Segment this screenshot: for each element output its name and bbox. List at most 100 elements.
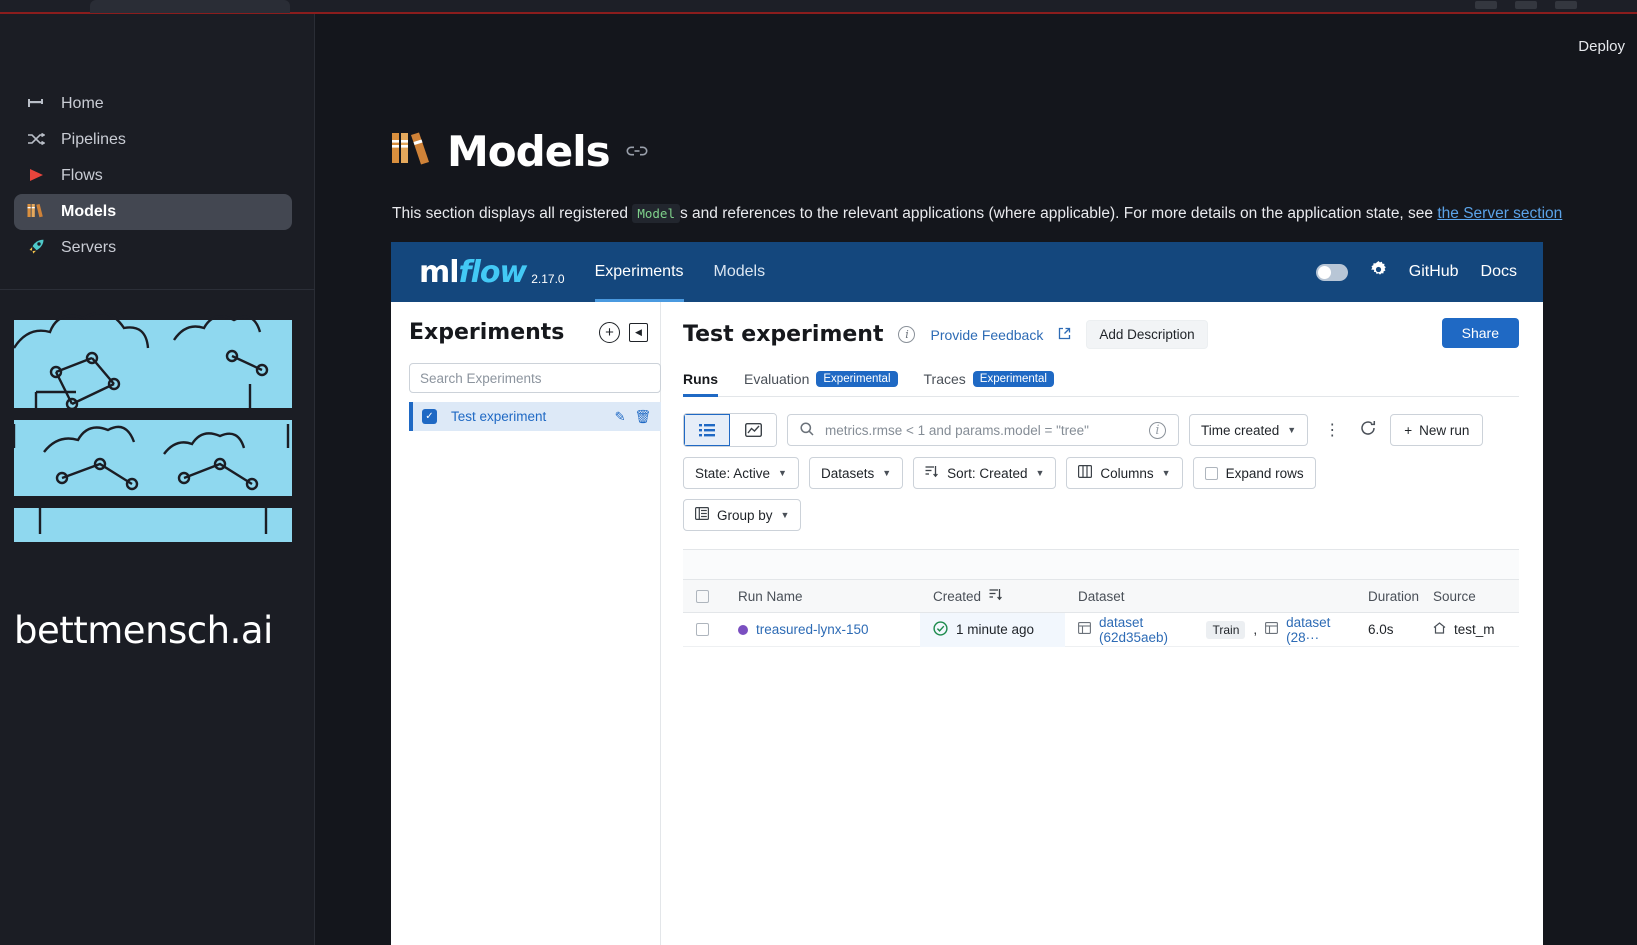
external-link-icon[interactable]	[1058, 327, 1071, 343]
refresh-icon[interactable]	[1356, 420, 1380, 441]
group-icon	[695, 507, 710, 523]
expand-rows-toggle[interactable]: Expand rows	[1192, 457, 1316, 489]
duration-value: 6.0s	[1368, 622, 1394, 637]
view-mode-toggle	[683, 413, 777, 447]
runs-title-row: Test experiment i Provide Feedback Add D…	[683, 320, 1519, 349]
sidebar-nav: Home Pipelines Flows Models Servers	[0, 14, 314, 266]
column-header-source[interactable]: Source	[1420, 589, 1490, 604]
minimize-icon[interactable]	[1475, 1, 1497, 9]
new-run-button[interactable]: + New run	[1390, 414, 1484, 446]
mlflow-nav-models[interactable]: Models	[714, 242, 766, 302]
chart-view-icon[interactable]	[730, 414, 776, 446]
page-title: Models	[447, 127, 611, 176]
column-header-run-name[interactable]: Run Name	[725, 589, 920, 604]
sidebar-item-models[interactable]: Models	[14, 194, 292, 230]
link-icon[interactable]	[626, 141, 648, 163]
mlflow-header: mlflow 2.17.0 Experiments Models GitHub …	[391, 242, 1543, 302]
run-color-dot	[738, 624, 748, 635]
home-icon	[26, 97, 46, 112]
gear-icon[interactable]	[1370, 261, 1387, 283]
docs-link[interactable]: Docs	[1481, 263, 1517, 281]
table-row[interactable]: treasured-lynx-150 1 minute ago dataset …	[683, 612, 1519, 647]
info-icon[interactable]: i	[1149, 421, 1166, 439]
books-icon	[26, 203, 46, 221]
tab-label: Runs	[683, 371, 718, 387]
share-button[interactable]: Share	[1441, 318, 1519, 348]
trash-icon[interactable]: 🗑	[634, 409, 651, 425]
cell-source: test_m	[1420, 622, 1495, 637]
tab-evaluation[interactable]: Evaluation Experimental	[744, 371, 898, 396]
group-by-dropdown[interactable]: Group by ▼	[683, 499, 802, 531]
sidebar-item-home[interactable]: Home	[14, 86, 292, 122]
sort-desc-icon[interactable]	[989, 588, 1003, 604]
state-filter-dropdown[interactable]: State: Active ▼	[683, 457, 799, 489]
plus-circle-icon[interactable]: +	[599, 322, 620, 343]
runs-search-input[interactable]: metrics.rmse < 1 and params.model = "tre…	[825, 423, 1138, 438]
close-icon[interactable]	[1555, 1, 1577, 9]
tab-traces[interactable]: Traces Experimental	[924, 371, 1054, 396]
more-options-icon[interactable]: ⋮	[1318, 420, 1346, 440]
brand-artwork	[14, 312, 292, 542]
page-description: This section displays all registered Mod…	[392, 204, 1592, 223]
search-experiments-input[interactable]	[409, 363, 661, 393]
dataset-link-1[interactable]: dataset (62d35aeb)	[1099, 615, 1198, 645]
row-checkbox[interactable]	[696, 623, 709, 636]
browser-window-controls[interactable]	[1475, 1, 1577, 9]
cell-dataset: dataset (62d35aeb) Train , dataset (28··…	[1065, 615, 1355, 645]
rocket-icon	[26, 239, 46, 258]
mlflow-logo[interactable]: mlflow	[419, 254, 527, 290]
pipelines-icon	[26, 132, 46, 149]
brand-name: bettmensch.ai	[14, 609, 273, 652]
server-section-link[interactable]: the Server section	[1437, 205, 1562, 222]
source-value: test_m	[1454, 622, 1495, 637]
column-label: Duration	[1368, 588, 1420, 604]
dropdown-label: Datasets	[820, 465, 875, 481]
experimental-badge: Experimental	[972, 371, 1054, 387]
time-created-dropdown[interactable]: Time created ▼	[1189, 414, 1309, 446]
sidebar-item-label: Pipelines	[61, 131, 126, 148]
sidebar-item-pipelines[interactable]: Pipelines	[14, 122, 292, 158]
browser-chrome-strip	[0, 0, 1637, 14]
experiment-checkbox[interactable]: ✓	[422, 409, 437, 424]
cell-run-name: treasured-lynx-150	[725, 622, 920, 637]
sidebar-item-flows[interactable]: Flows	[14, 158, 292, 194]
experiment-list-item[interactable]: ✓ Test experiment ✎ 🗑	[409, 402, 661, 431]
theme-toggle[interactable]	[1315, 263, 1348, 281]
logo-ml: ml	[419, 254, 460, 290]
dropdown-label: Time created	[1201, 422, 1280, 438]
list-view-icon[interactable]	[684, 414, 730, 446]
sort-dropdown[interactable]: Sort: Created ▼	[913, 457, 1057, 489]
dataset-link-2[interactable]: dataset (28···	[1286, 615, 1355, 645]
tab-runs[interactable]: Runs	[683, 371, 718, 397]
mlflow-nav-experiments[interactable]: Experiments	[594, 242, 684, 302]
run-name-link[interactable]: treasured-lynx-150	[756, 622, 869, 637]
info-icon[interactable]: i	[898, 326, 916, 343]
dataset-separator: ,	[1253, 622, 1258, 637]
datasets-filter-dropdown[interactable]: Datasets ▼	[808, 457, 904, 489]
maximize-icon[interactable]	[1515, 1, 1537, 9]
sort-icon	[925, 465, 939, 481]
provide-feedback-link[interactable]: Provide Feedback	[930, 327, 1043, 343]
chevron-down-icon: ▼	[778, 468, 787, 478]
column-header-created[interactable]: Created	[920, 588, 1065, 604]
github-link[interactable]: GitHub	[1409, 263, 1459, 281]
experiment-row-actions: ✎ 🗑	[615, 409, 661, 425]
mlflow-body: Experiments + ◀ ✓ Test experiment ✎ 🗑	[391, 302, 1543, 945]
column-header-dataset[interactable]: Dataset	[1065, 589, 1355, 604]
expand-rows-checkbox[interactable]	[1204, 466, 1218, 480]
runs-search-box[interactable]: metrics.rmse < 1 and params.model = "tre…	[787, 414, 1179, 446]
search-icon	[800, 421, 814, 439]
column-header-duration[interactable]: Duration	[1355, 589, 1420, 604]
flows-icon	[26, 168, 46, 185]
add-description-button[interactable]: Add Description	[1086, 320, 1208, 349]
model-code-chip: Model	[632, 204, 680, 223]
pencil-icon[interactable]: ✎	[615, 409, 626, 425]
columns-dropdown[interactable]: Columns ▼	[1066, 457, 1183, 489]
sidebar-item-servers[interactable]: Servers	[14, 230, 292, 266]
runs-pane: Test experiment i Provide Feedback Add D…	[661, 302, 1543, 945]
expand-rows-label: Expand rows	[1225, 465, 1304, 481]
browser-tab[interactable]	[90, 0, 290, 13]
collapse-panel-icon[interactable]: ◀	[629, 323, 648, 342]
dataset-tag-train: Train	[1206, 620, 1246, 639]
select-all-checkbox[interactable]	[696, 589, 709, 603]
